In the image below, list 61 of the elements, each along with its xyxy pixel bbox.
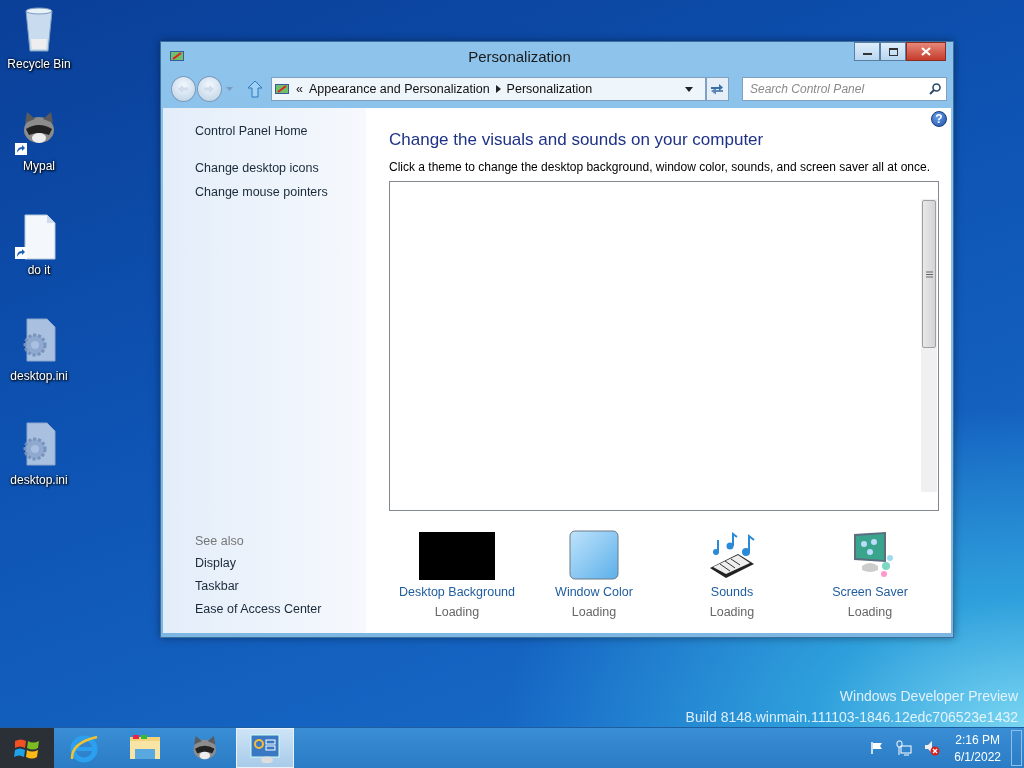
see-also-link[interactable]: Taskbar <box>195 579 239 593</box>
setting-link[interactable]: Window Color <box>555 585 633 599</box>
desktop-icon-label: desktop.ini <box>10 473 68 487</box>
clock-date: 6/1/2022 <box>954 749 1001 764</box>
setting-status: Loading <box>571 605 617 619</box>
breadcrumb-caret-icon[interactable] <box>495 85 501 93</box>
wallpaper-thumbnail-icon[interactable] <box>419 532 495 580</box>
minimize-button[interactable] <box>854 42 880 61</box>
maximize-button[interactable] <box>880 42 906 61</box>
desktop-icon-label: desktop.ini <box>10 369 68 383</box>
refresh-button[interactable] <box>705 77 729 101</box>
right-arrow-icon <box>203 84 216 94</box>
network-icon[interactable] <box>896 740 913 756</box>
refresh-arrows-icon <box>710 83 725 95</box>
setting-link[interactable]: Desktop Background <box>398 585 515 599</box>
grip-icon <box>925 270 933 278</box>
see-also-heading: See also <box>195 534 245 548</box>
close-icon <box>921 47 931 56</box>
window-title: Personalization <box>467 47 572 65</box>
start-button[interactable] <box>0 728 54 768</box>
page-heading: Change the visuals and sounds on your computer <box>389 130 765 150</box>
breadcrumb-overflow[interactable]: « <box>295 82 303 96</box>
forward-button[interactable] <box>197 76 222 102</box>
watermark-text: Build 8148.winmain.111103-1846.12edc706523e1432 <box>685 709 1018 725</box>
address-bar[interactable]: « Appearance and Personalization Personalization <box>270 77 706 101</box>
page-description: Click a theme to change the desktop background, window color, sounds, and screen saver all at once. <box>389 160 931 174</box>
search-icon <box>929 83 941 95</box>
sidebar-link[interactable]: Change mouse pointers <box>195 185 328 199</box>
setting-status: Loading <box>847 605 893 619</box>
breadcrumb-item[interactable]: Personalization <box>506 82 593 96</box>
desktop-icon-label: Recycle Bin <box>7 57 71 71</box>
sidebar-link[interactable]: Change desktop icons <box>195 161 319 175</box>
muted-speaker-icon[interactable] <box>924 740 941 756</box>
control-panel-icon <box>169 48 185 64</box>
color-swatch-icon[interactable] <box>569 530 619 580</box>
setting-status: Loading <box>434 605 480 619</box>
music-keyboard-icon[interactable] <box>708 532 756 580</box>
watermark-text: Windows Developer Preview <box>839 688 1018 704</box>
see-also-link[interactable]: Display <box>195 556 236 570</box>
setting-link[interactable]: Screen Saver <box>832 585 908 599</box>
close-button[interactable] <box>906 42 946 61</box>
desktop-icon-label: do it <box>27 263 51 277</box>
see-also-link[interactable]: Ease of Access Center <box>195 602 322 616</box>
clock[interactable]: 2:16 PM 6/1/2022 <box>954 728 1001 768</box>
flag-icon[interactable] <box>870 741 885 755</box>
control-panel-icon <box>273 81 290 97</box>
left-arrow-icon <box>177 84 190 94</box>
control-panel-icon <box>249 733 281 763</box>
search-field[interactable]: Search Control Panel <box>742 77 947 101</box>
desktop-icon-label: Mypal <box>23 159 55 173</box>
maximize-icon <box>888 47 898 56</box>
sidebar-link[interactable]: Control Panel Home <box>195 124 308 138</box>
clock-time: 2:16 PM <box>955 732 1000 747</box>
show-desktop-button[interactable] <box>1011 730 1022 766</box>
dropdown-caret-icon[interactable] <box>684 86 693 92</box>
scrollbar[interactable] <box>921 199 937 492</box>
setting-status: Loading <box>709 605 755 619</box>
breadcrumb-item[interactable]: Appearance and Personalization <box>308 82 490 96</box>
up-arrow-icon[interactable] <box>246 80 263 98</box>
setting-link[interactable]: Sounds <box>710 585 754 599</box>
back-button[interactable] <box>171 76 196 102</box>
